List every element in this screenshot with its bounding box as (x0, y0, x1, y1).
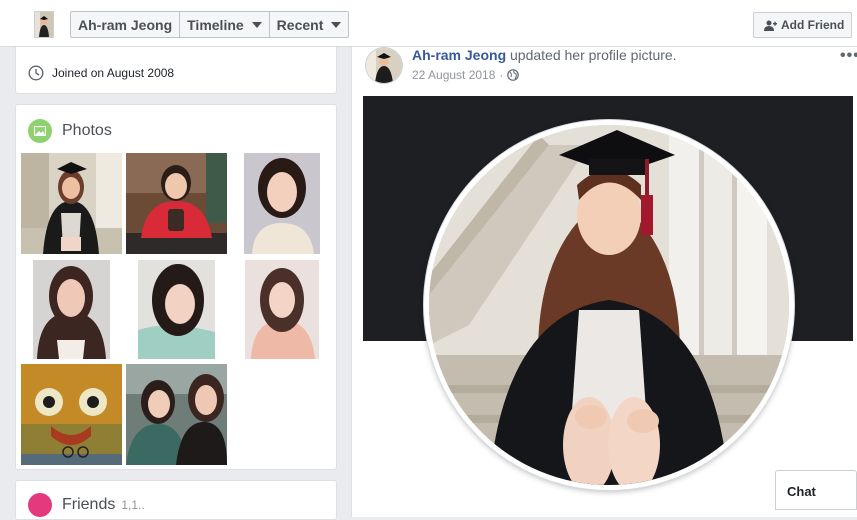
post-headline: Ah-ram Jeong updated her profile picture… (412, 47, 677, 63)
photos-title: Photos (62, 122, 112, 139)
post-timestamp[interactable]: 22 August 2018 (412, 68, 495, 82)
photos-header[interactable]: Photos (28, 119, 112, 143)
separator-dot: · (499, 68, 504, 82)
post-author-link[interactable]: Ah-ram Jeong (412, 47, 506, 63)
friends-header[interactable]: Friends 1,1.. (28, 493, 145, 517)
post-options-button[interactable]: ••• (840, 47, 857, 65)
timeline-topbar: Ah-ram Jeong Timeline Recent Add Friend (0, 0, 857, 47)
photo-thumbnail[interactable] (33, 260, 110, 359)
friends-icon (28, 493, 52, 517)
chevron-down-icon (251, 21, 262, 28)
photos-icon (28, 119, 52, 143)
photo-thumbnail[interactable] (245, 260, 319, 359)
chevron-down-icon (331, 21, 342, 28)
joined-row: Joined on August 2008 (28, 65, 174, 81)
photo-thumbnail[interactable] (126, 364, 227, 465)
profile-thumbnail-image (35, 12, 53, 37)
breadcrumb-recent-dropdown[interactable]: Recent (270, 12, 349, 37)
profile-picture-image (429, 125, 789, 485)
post-author-avatar[interactable] (365, 47, 403, 84)
photo-thumbnail[interactable] (21, 364, 122, 465)
joined-date-text: Joined on August 2008 (52, 66, 175, 80)
clock-icon (28, 65, 44, 81)
add-friend-button[interactable]: Add Friend (753, 12, 852, 38)
profile-thumbnail[interactable] (34, 11, 54, 38)
chat-label: Chat (787, 484, 816, 499)
add-friend-label: Add Friend (781, 18, 845, 32)
chat-tab[interactable]: Chat (775, 470, 857, 510)
friends-count: 1,1.. (121, 498, 145, 512)
photo-thumbnail[interactable] (138, 260, 215, 359)
photo-thumbnail[interactable] (21, 153, 122, 254)
profile-picture[interactable] (424, 120, 794, 490)
post-action-text: updated her profile picture. (510, 47, 677, 63)
breadcrumb-profile-name[interactable]: Ah-ram Jeong (71, 12, 181, 37)
breadcrumb-timeline-dropdown[interactable]: Timeline (180, 12, 270, 37)
photo-thumbnail[interactable] (126, 153, 227, 254)
post-meta: 22 August 2018 · (412, 68, 520, 82)
photo-thumbnail[interactable] (244, 153, 320, 254)
add-friend-icon (764, 20, 777, 31)
breadcrumb-label: Recent (276, 16, 324, 33)
globe-icon[interactable] (507, 69, 520, 81)
friends-title: Friends (62, 496, 116, 513)
breadcrumb: Ah-ram Jeong Timeline Recent (70, 11, 350, 38)
intro-card: Joined on August 2008 (15, 47, 337, 94)
breadcrumb-label: Timeline (187, 16, 244, 33)
breadcrumb-label: Ah-ram Jeong (78, 16, 173, 33)
friends-card: Friends 1,1.. (15, 480, 337, 520)
photos-card: Photos (15, 104, 337, 470)
